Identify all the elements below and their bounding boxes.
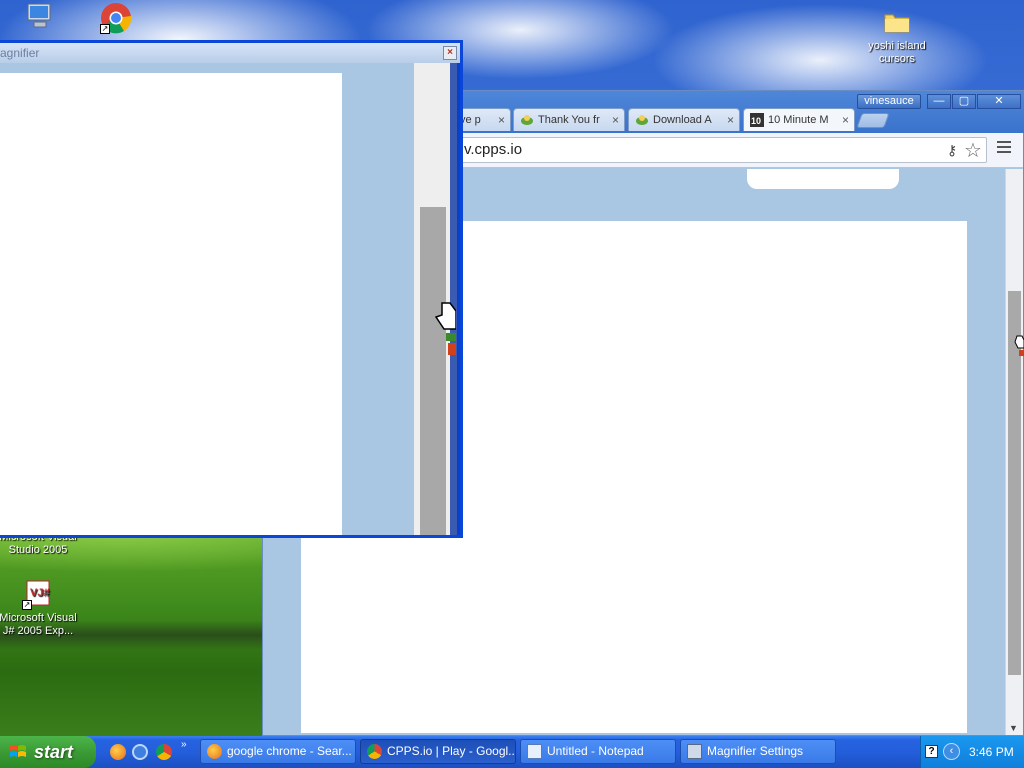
chrome-icon	[367, 744, 382, 759]
clock[interactable]: 3:46 PM	[969, 736, 1014, 768]
google-chrome-icon: ↗	[100, 2, 132, 34]
tab-label: ve p	[460, 114, 481, 126]
tab-label: Download A	[653, 114, 712, 126]
tab-close-button[interactable]: ×	[612, 109, 619, 131]
bookmark-star-icon[interactable]: ☆	[964, 138, 982, 163]
quicklaunch-ie-icon[interactable]	[132, 744, 148, 760]
start-label: start	[34, 742, 74, 762]
magnified-scrollbar-thumb	[420, 207, 446, 535]
tab-cpps[interactable]: ve p ×	[455, 108, 511, 131]
close-window-button[interactable]: ✕	[977, 94, 1021, 109]
task-label: Magnifier Settings	[707, 744, 804, 758]
magnified-glove-cursor-icon	[434, 302, 456, 355]
task-google-chrome-search[interactable]: google chrome - Sear...	[200, 739, 356, 764]
firefox-icon	[207, 744, 222, 759]
svg-text:10: 10	[751, 116, 761, 126]
shortcut-arrow-icon: ↗	[22, 600, 32, 610]
ten-minute-mail-favicon-icon: 10	[750, 113, 764, 127]
tab-download[interactable]: Download A ×	[628, 108, 740, 131]
shortcut-arrow-icon: ↗	[100, 24, 110, 34]
glove-cursor-icon	[1014, 335, 1024, 356]
quicklaunch-chrome-icon[interactable]	[156, 744, 172, 760]
magnifier-title: agnifier	[0, 46, 40, 60]
tab-close-button[interactable]: ×	[498, 109, 505, 131]
magnifier-window: agnifier ×	[0, 40, 463, 538]
quicklaunch-firefox-icon[interactable]	[110, 744, 126, 760]
page-top-pill	[747, 169, 899, 189]
new-tab-button[interactable]	[856, 113, 890, 128]
visual-jsharp-icon: VJ# ↗	[22, 578, 54, 610]
magnifier-icon	[687, 744, 702, 759]
desktop-icon-yoshi-folder[interactable]: yoshi island cursors	[855, 6, 939, 66]
desktop-icon-chrome[interactable]: ↗	[74, 2, 158, 36]
quicklaunch-more-button[interactable]: »	[181, 739, 187, 750]
desktop-icon-label: yoshi island cursors	[868, 40, 926, 65]
tab-close-button[interactable]: ×	[842, 109, 849, 131]
magnified-page	[0, 73, 342, 535]
vertical-scrollbar[interactable]: ▼	[1005, 169, 1023, 735]
maximize-button[interactable]: ▢	[952, 94, 976, 109]
desktop-icon-visual-jsharp[interactable]: VJ# ↗ Microsoft Visual J# 2005 Exp...	[0, 578, 80, 638]
desktop-icon-label: Microsoft Visual J# 2005 Exp...	[0, 612, 77, 637]
magnifier-close-button[interactable]: ×	[443, 46, 457, 60]
turtle-favicon-icon	[636, 115, 648, 125]
tab-label: Thank You fr	[538, 114, 600, 126]
menu-icon[interactable]	[997, 141, 1011, 155]
system-tray: ? ‹ 3:46 PM	[920, 736, 1024, 768]
turtle-favicon-icon	[521, 115, 533, 125]
tab-thank-you[interactable]: Thank You fr ×	[513, 108, 625, 131]
folder-icon	[881, 6, 913, 38]
task-label: google chrome - Sear...	[227, 744, 352, 758]
profile-badge[interactable]: vinesauce	[857, 94, 921, 109]
windows-flag-icon	[10, 745, 26, 757]
scroll-down-arrow-icon[interactable]: ▼	[1009, 723, 1018, 733]
task-cpps-play[interactable]: CPPS.io | Play - Googl...	[360, 739, 516, 764]
svg-text:VJ#: VJ#	[30, 587, 50, 599]
desktop-icon-my-computer[interactable]	[0, 0, 80, 34]
minimize-button[interactable]: —	[927, 94, 951, 109]
key-icon[interactable]: ⚷	[947, 142, 957, 159]
task-label: CPPS.io | Play - Googl...	[387, 744, 516, 758]
taskbar: start » google chrome - Sear... CPPS.io …	[0, 736, 1024, 768]
tab-label: 10 Minute M	[768, 114, 829, 126]
task-magnifier-settings[interactable]: Magnifier Settings	[680, 739, 836, 764]
start-button[interactable]: start	[0, 736, 96, 768]
task-notepad[interactable]: Untitled - Notepad	[520, 739, 676, 764]
task-label: Untitled - Notepad	[547, 744, 644, 758]
my-computer-icon	[22, 0, 54, 32]
notepad-icon	[527, 744, 542, 759]
show-hidden-icons-button[interactable]: ‹	[943, 743, 960, 760]
magnifier-view	[0, 63, 457, 535]
help-icon[interactable]: ?	[925, 745, 938, 758]
address-bar[interactable]: v.cpps.io	[459, 137, 987, 163]
tab-close-button[interactable]: ×	[727, 109, 734, 131]
tab-10-minute-mail[interactable]: 10 10 Minute M ×	[743, 108, 855, 131]
magnifier-titlebar[interactable]: agnifier ×	[0, 43, 460, 63]
